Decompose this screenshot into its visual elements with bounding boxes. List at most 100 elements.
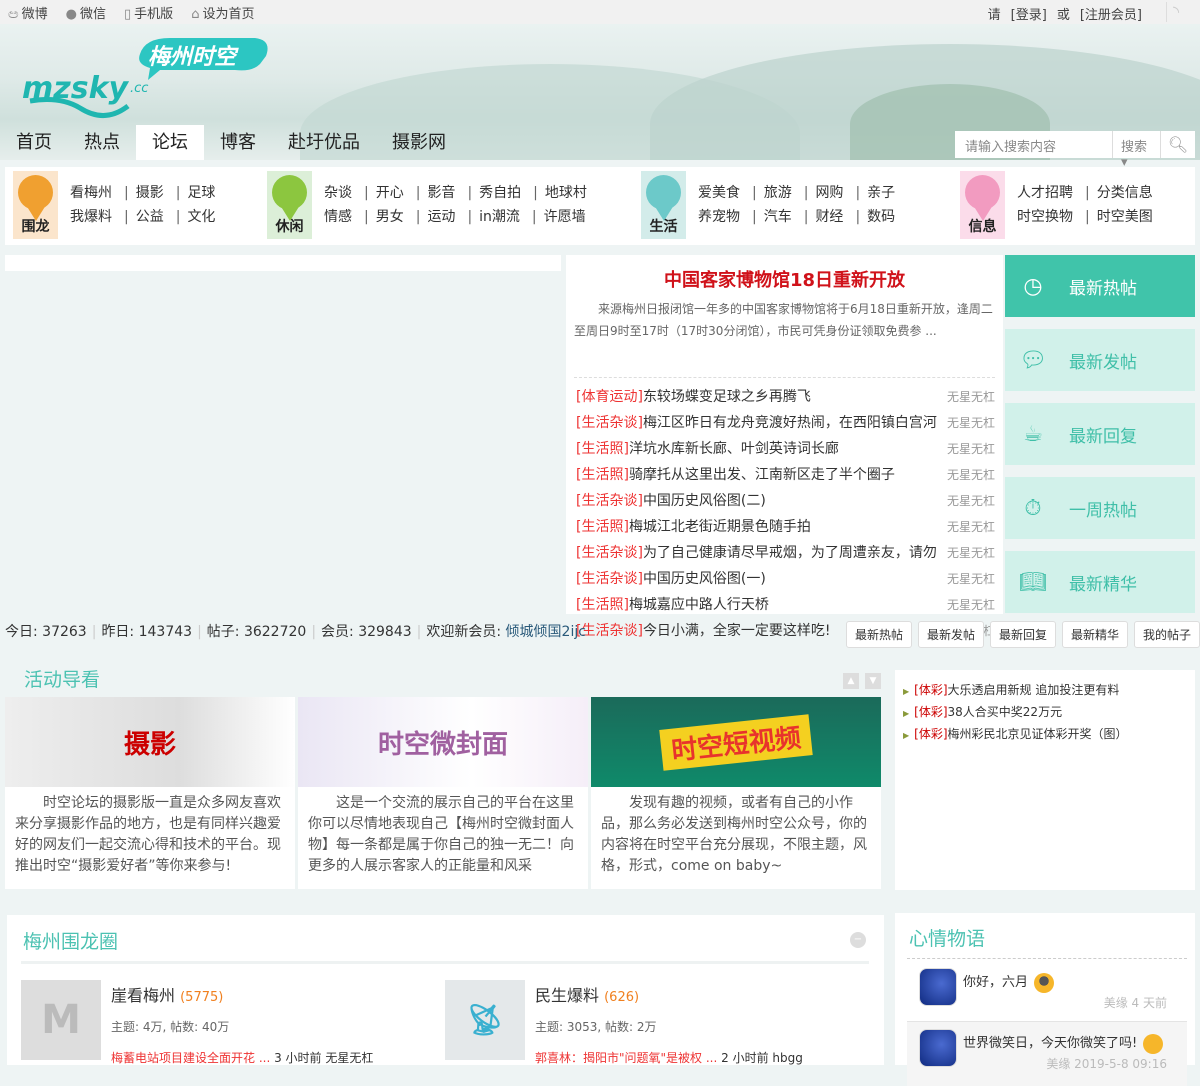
search-icon[interactable]: 🔍︎ <box>1161 131 1195 158</box>
news-tag[interactable]: [生活照] <box>576 514 629 540</box>
news-item[interactable]: [生活照] 骑摩托从这里出发、江南新区走了半个圈子 无星无杠 <box>576 462 995 488</box>
lottery-item[interactable]: ▶ [体彩]梅州彩民北京见证体彩开奖（图） <box>903 724 1195 746</box>
news-author[interactable]: 无星无杠 <box>945 410 995 436</box>
news-author[interactable]: 无星无杠 <box>945 384 995 410</box>
cat-link[interactable]: 亲子 <box>867 185 895 201</box>
cat-link[interactable]: 分类信息 <box>1097 185 1153 201</box>
news-tag[interactable]: [生活杂谈] <box>576 410 643 436</box>
btn-my-posts[interactable]: 我的帖子 <box>1134 621 1200 648</box>
news-title[interactable]: 骑摩托从这里出发、江南新区走了半个圈子 <box>629 462 945 488</box>
login-link[interactable]: [登录] <box>1011 4 1047 23</box>
news-item[interactable]: [体育运动] 东较场蝶变足球之乡再腾飞 无星无杠 <box>576 384 995 410</box>
news-author[interactable]: 无星无杠 <box>945 488 995 514</box>
cat-link[interactable]: 网购 <box>815 185 843 201</box>
forum-thumbnail[interactable]: 📡︎ <box>445 980 525 1060</box>
news-tag[interactable]: [生活照] <box>576 462 629 488</box>
cat-link[interactable]: 养宠物 <box>698 209 740 225</box>
news-tag[interactable]: [生活杂谈] <box>576 566 643 592</box>
coffee-cup-icon[interactable]: 休闲 <box>267 171 312 239</box>
nav-blog[interactable]: 博客 <box>204 125 272 160</box>
btn-latest-hot[interactable]: 最新热帖 <box>846 621 912 648</box>
news-tag[interactable]: [生活照] <box>576 592 629 618</box>
cat-link[interactable]: 财经 <box>815 209 843 225</box>
nav-photo[interactable]: 摄影网 <box>376 125 462 160</box>
news-author[interactable]: 无星无杠 <box>945 566 995 592</box>
news-item[interactable]: [生活杂谈] 中国历史风俗图(二) 无星无杠 <box>576 488 995 514</box>
register-link[interactable]: [注册会员] <box>1080 4 1142 23</box>
arrow-up-icon[interactable]: ▲ <box>843 673 859 689</box>
avatar[interactable] <box>919 1029 957 1067</box>
news-title[interactable]: 中国历史风俗图(一) <box>643 566 945 592</box>
news-tag[interactable]: [体育运动] <box>576 384 643 410</box>
arrow-down-icon[interactable]: ▼ <box>865 673 881 689</box>
cat-link[interactable]: 足球 <box>187 185 215 201</box>
cat-link[interactable]: 许愿墙 <box>544 209 586 225</box>
forum-name[interactable]: 崖看梅州 <box>111 986 175 1005</box>
cat-link[interactable]: 时空换物 <box>1017 209 1073 225</box>
nav-shop[interactable]: 赴圩优品 <box>272 125 376 160</box>
nav-forum[interactable]: 论坛 <box>136 125 204 160</box>
activity-card[interactable]: 时空短视频 发现有趣的视频，或者有自己的小作品，那么务必发送到梅州时空公众号，你… <box>591 697 881 889</box>
tab-latest-hot[interactable]: ◷ 最新热帖 <box>1005 255 1195 317</box>
cat-link[interactable]: 爱美食 <box>698 185 740 201</box>
cat-link[interactable]: 我爆料 <box>70 209 112 225</box>
activity-card[interactable]: 时空微封面 这是一个交流的展示自己的平台在这里你可以尽情地表现自己【梅州时空微封… <box>298 697 588 889</box>
cat-link[interactable]: 人才招聘 <box>1017 185 1073 201</box>
news-title[interactable]: 梅城江北老街近期景色随手拍 <box>629 514 945 540</box>
cat-link[interactable]: 影音 <box>427 185 455 201</box>
news-title[interactable]: 中国历史风俗图(二) <box>643 488 945 514</box>
news-item[interactable]: [生活照] 洋坑水库新长廊、叶剑英诗词长廊 无星无杠 <box>576 436 995 462</box>
cat-link[interactable]: in潮流 <box>479 209 520 225</box>
news-author[interactable]: 无星无杠 <box>945 514 995 540</box>
cat-link[interactable]: 地球村 <box>545 185 587 201</box>
news-author[interactable]: 无星无杠 <box>945 436 995 462</box>
tab-latest-replies[interactable]: ☕︎ 最新回复 <box>1005 403 1195 465</box>
activity-card[interactable]: 摄影 时空论坛的摄影版一直是众多网友喜欢来分享摄影作品的地方，也是有同样兴趣爱好… <box>5 697 295 889</box>
cat-link[interactable]: 杂谈 <box>324 185 352 201</box>
set-homepage-link[interactable]: ⌂ 设为首页 <box>191 3 254 22</box>
news-title[interactable]: 东较场蝶变足球之乡再腾飞 <box>643 384 945 410</box>
utensils-icon[interactable]: 生活 <box>641 171 686 239</box>
cat-link[interactable]: 文化 <box>187 209 215 225</box>
btn-latest-replies[interactable]: 最新回复 <box>990 621 1056 648</box>
cat-link[interactable]: 汽车 <box>764 209 792 225</box>
forum-name[interactable]: 民生爆料 <box>535 986 599 1005</box>
search-input[interactable]: 请输入搜索内容 <box>955 131 1113 158</box>
cat-link[interactable]: 开心 <box>376 185 404 201</box>
newest-member-link[interactable]: 倾城倾国2ijc <box>506 624 586 640</box>
edit-icon[interactable]: 信息 <box>960 171 1005 239</box>
headline-title[interactable]: 中国客家博物馆18日重新开放 <box>566 266 1003 292</box>
cat-link[interactable]: 运动 <box>427 209 455 225</box>
news-tag[interactable]: [生活杂谈] <box>576 618 643 644</box>
cat-link[interactable]: 男女 <box>376 209 404 225</box>
cat-link[interactable]: 摄影 <box>136 185 164 201</box>
news-item[interactable]: [生活照] 梅城江北老街近期景色随手拍 无星无杠 <box>576 514 995 540</box>
news-item[interactable]: [生活照] 梅城嘉应中路人行天桥 无星无杠 <box>576 592 995 618</box>
tab-weekly-hot[interactable]: ⏱︎ 一周热帖 <box>1005 477 1195 539</box>
news-title[interactable]: 梅江区昨日有龙舟竞渡好热闹，在西阳镇白宫河 <box>643 410 945 436</box>
news-tag[interactable]: [生活杂谈] <box>576 540 643 566</box>
nav-hot[interactable]: 热点 <box>68 125 136 160</box>
cat-link[interactable]: 看梅州 <box>70 185 112 201</box>
rss-icon[interactable]: ◝ <box>1166 2 1188 22</box>
news-item[interactable]: [生活杂谈] 为了自己健康请尽早戒烟，为了周遭亲友，请勿 无星无杠 <box>576 540 995 566</box>
cat-link[interactable]: 数码 <box>867 209 895 225</box>
wechat-link[interactable]: ● 微信 <box>66 3 106 22</box>
news-title[interactable]: 洋坑水库新长廊、叶剑英诗词长廊 <box>629 436 945 462</box>
news-title[interactable]: 梅城嘉应中路人行天桥 <box>629 592 945 618</box>
avatar[interactable] <box>919 968 957 1006</box>
lottery-item[interactable]: ▶ [体彩]38人合买中奖22万元 <box>903 702 1195 724</box>
news-tag[interactable]: [生活照] <box>576 436 629 462</box>
news-tag[interactable]: [生活杂谈] <box>576 488 643 514</box>
news-author[interactable]: 无星无杠 <box>945 540 995 566</box>
lottery-item[interactable]: ▶ [体彩]大乐透启用新规 追加投注更有料 <box>903 680 1195 702</box>
news-item[interactable]: [生活杂谈] 梅江区昨日有龙舟竞渡好热闹，在西阳镇白宫河 无星无杠 <box>576 410 995 436</box>
news-item[interactable]: [生活杂谈] 中国历史风俗图(一) 无星无杠 <box>576 566 995 592</box>
search-type-dropdown[interactable]: 搜索 ▾ <box>1113 131 1161 170</box>
forum-thumbnail[interactable]: M <box>21 980 101 1060</box>
cat-link[interactable]: 秀自拍 <box>479 185 521 201</box>
news-title[interactable]: 为了自己健康请尽早戒烟，为了周遭亲友，请勿 <box>643 540 945 566</box>
tab-latest-featured[interactable]: 📖︎ 最新精华 <box>1005 551 1195 613</box>
cat-link[interactable]: 情感 <box>324 209 352 225</box>
site-logo[interactable]: 梅州时空 mzsky .cc <box>20 36 280 126</box>
